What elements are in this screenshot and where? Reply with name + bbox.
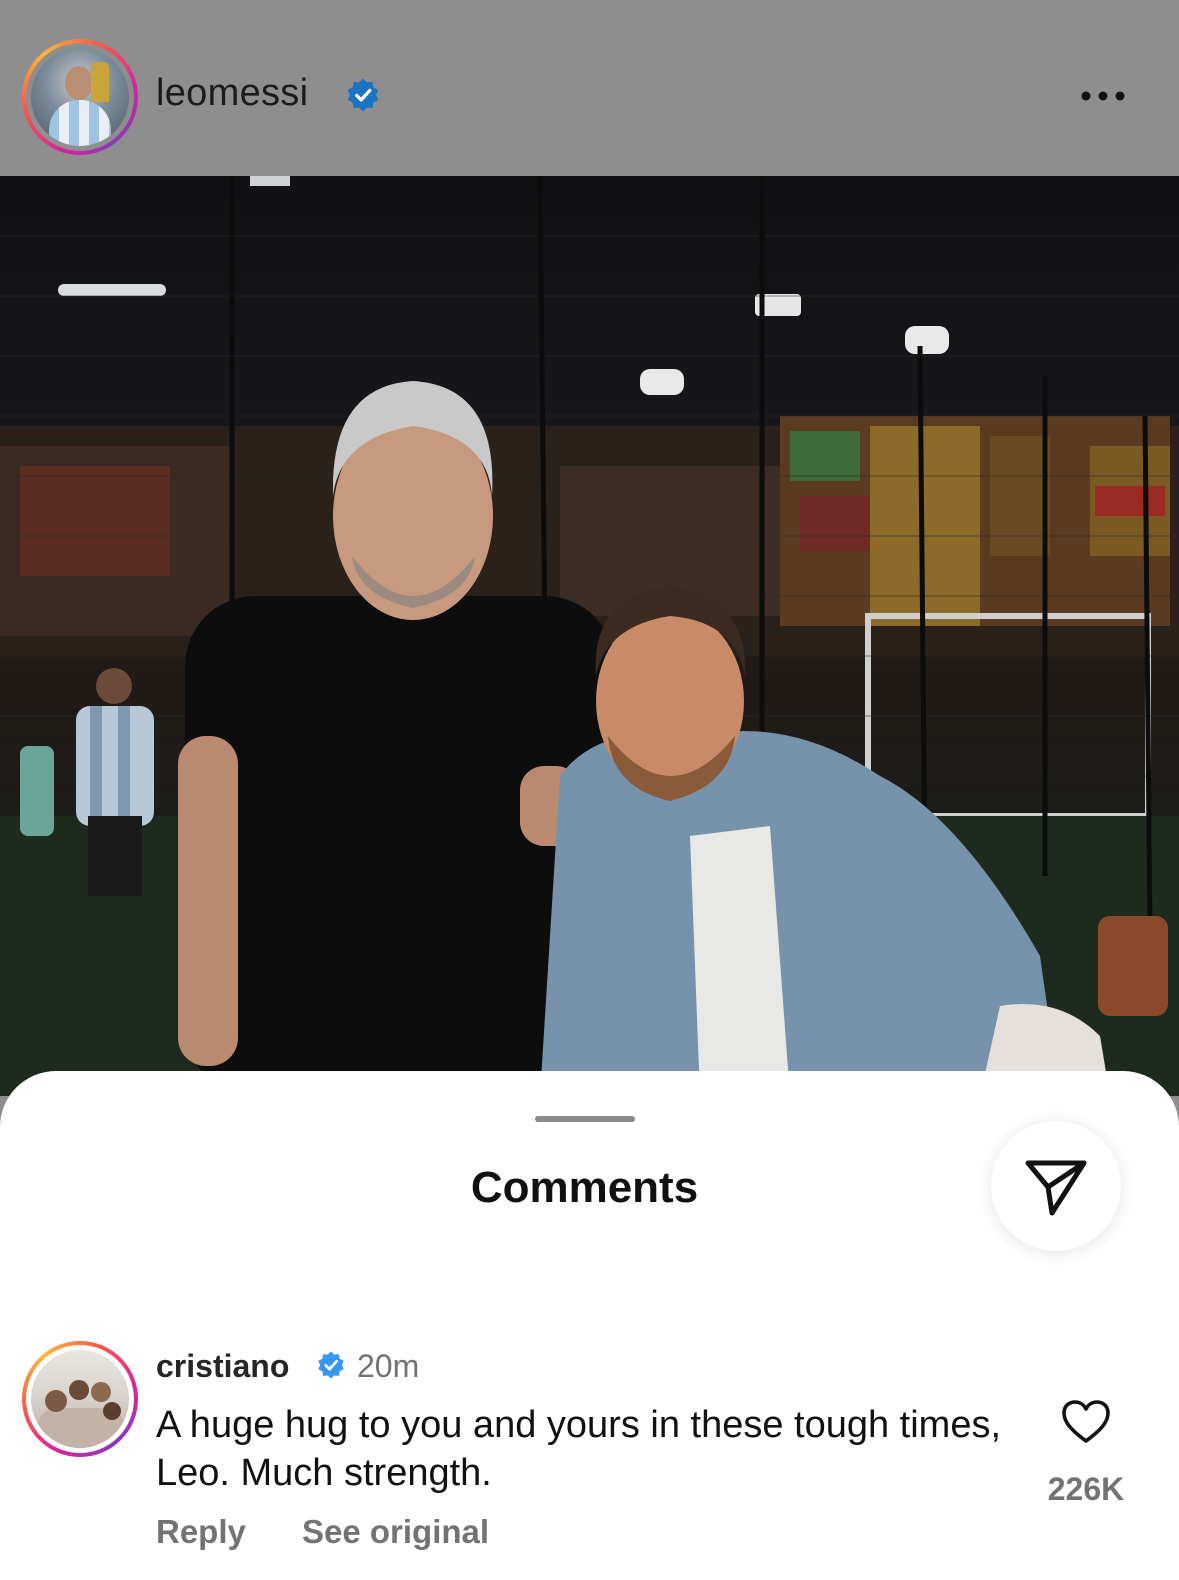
author-avatar[interactable] bbox=[22, 39, 138, 155]
comment-text: A huge hug to you and yours in these tou… bbox=[156, 1404, 1002, 1494]
sheet-grab-handle[interactable] bbox=[535, 1116, 635, 1122]
post-header: leomessi bbox=[0, 0, 1179, 176]
verified-badge-icon bbox=[318, 1351, 344, 1379]
send-icon bbox=[1025, 1160, 1087, 1216]
commenter-avatar[interactable] bbox=[22, 1341, 138, 1457]
commenter-username[interactable]: cristiano bbox=[156, 1348, 289, 1385]
see-original-button[interactable]: See original bbox=[302, 1513, 489, 1551]
heart-outline-icon[interactable] bbox=[1061, 1399, 1111, 1445]
post-photo[interactable] bbox=[0, 176, 1179, 1096]
comment-timestamp: 20m bbox=[357, 1348, 420, 1384]
share-button[interactable] bbox=[991, 1121, 1121, 1251]
author-username[interactable]: leomessi bbox=[156, 72, 308, 115]
comments-sheet: Comments cristiano 20m A huge hug to you… bbox=[0, 1071, 1179, 1580]
more-horizontal-icon[interactable] bbox=[1078, 88, 1128, 104]
reply-button[interactable]: Reply bbox=[156, 1513, 246, 1551]
like-count: 226K bbox=[1047, 1471, 1125, 1507]
photo-illustration bbox=[0, 176, 1179, 1096]
verified-badge-icon bbox=[347, 78, 379, 112]
